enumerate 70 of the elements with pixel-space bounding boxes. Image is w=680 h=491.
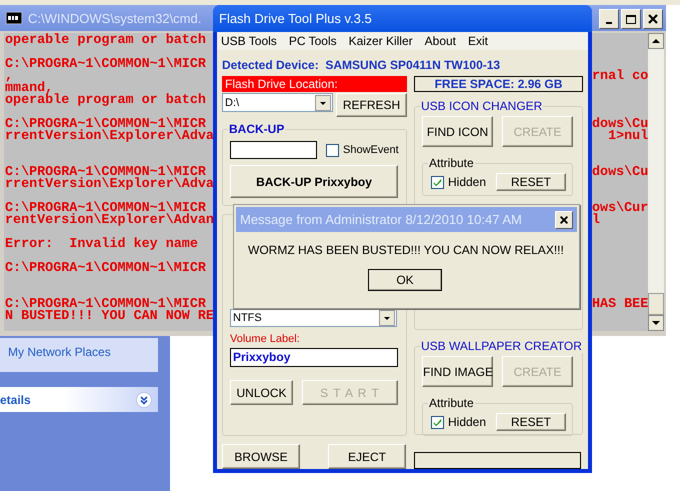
dialog-message: WORMZ HAS BEEN BUSTED!!! YOU CAN NOW RELAX!!!: [248, 243, 565, 257]
window-title: Flash Drive Tool Plus v.3.5: [219, 11, 372, 26]
console-text: rrentVersion\Explorer\Adva: [5, 129, 214, 144]
find-button[interactable]: FIND IMAGE: [422, 356, 493, 387]
reset-button[interactable]: RESET: [496, 173, 566, 191]
checkbox-label: Hidden: [448, 175, 486, 189]
refresh-button[interactable]: REFRESH: [336, 93, 407, 117]
group-title: BACK-UP: [228, 122, 286, 136]
close-button[interactable]: [555, 210, 573, 228]
scroll-thumb[interactable]: [648, 293, 664, 315]
menu-item[interactable]: Exit: [468, 34, 488, 48]
section-title: etails: [0, 392, 31, 406]
console-text: operable program or batch: [5, 93, 206, 108]
volume-label: Volume Label:: [230, 332, 301, 346]
console-text: dows\Cu: [592, 167, 648, 179]
drive-dropdown[interactable]: D:\: [222, 93, 333, 112]
checkbox-label: Hidden: [448, 415, 486, 429]
scroll-down-icon[interactable]: [648, 315, 664, 331]
menu-item[interactable]: PC Tools: [288, 34, 337, 48]
maximize-button[interactable]: [621, 9, 641, 29]
find-button[interactable]: FIND ICON: [422, 116, 493, 147]
my-network-places-link[interactable]: My Network Places: [0, 338, 158, 372]
minimize-icon: [606, 22, 612, 24]
group-title: USB ICON CHANGER: [420, 99, 544, 113]
browse-button[interactable]: BROWSE: [222, 444, 300, 469]
console-text: rnal co: [592, 71, 648, 83]
console-icon: [6, 12, 22, 24]
group-title: USB WALLPAPER CREATOR: [420, 339, 583, 353]
volume-label-field[interactable]: Prixxyboy: [230, 348, 398, 367]
free-space-label: FREE SPACE: 2.96 GB: [414, 76, 583, 92]
scroll-up-icon[interactable]: [648, 33, 664, 49]
scrollbar[interactable]: [648, 33, 664, 331]
chevron-icon[interactable]: [136, 392, 152, 408]
console-text: N BUSTED!!! YOU CAN NOW RE: [5, 309, 214, 324]
close-button[interactable]: [643, 9, 663, 29]
checkbox[interactable]: [326, 144, 339, 156]
menu-item[interactable]: USB Tools: [221, 34, 277, 48]
group-title: Attribute: [428, 396, 475, 410]
console-text: l: [592, 215, 600, 227]
dialog-title: Message from Administrator 8/12/2010 10:47 AM: [240, 212, 522, 227]
minimize-button[interactable]: [599, 9, 619, 29]
details-header[interactable]: etails: [0, 387, 158, 412]
console-text: C:\PROGRA~1\COMMON~1\MICR: [5, 57, 206, 72]
device-label: Detected Device: SAMSUNG SP0411N TW100-13: [222, 58, 502, 72]
filesystem-dropdown[interactable]: NTFS: [230, 309, 397, 327]
eject-button[interactable]: EJECT: [328, 444, 406, 469]
checkbox[interactable]: [431, 416, 444, 428]
console-text: Error: Invalid key name: [5, 237, 198, 252]
menu-item[interactable]: Kaizer Killer: [348, 34, 413, 48]
checkbox[interactable]: [431, 176, 444, 188]
console-text: 1>nul: [607, 131, 648, 143]
console-text: operable program or batch: [5, 33, 206, 48]
window-title: C:\WINDOWS\system32\cmd.: [28, 10, 202, 26]
checkbox-label: ShowEvent: [343, 144, 399, 156]
menu-item[interactable]: About: [424, 34, 456, 48]
console-text: C:\PROGRA~1\COMMON~1\MICR: [5, 261, 206, 276]
console-text: ,: [5, 69, 14, 84]
console-text: rrentVersion\Explorer\Adva: [5, 177, 214, 192]
ok-button[interactable]: OK: [368, 269, 442, 291]
location-label: Flash Drive Location:: [222, 76, 407, 92]
backup-name-field[interactable]: [230, 141, 317, 159]
console-text: rentVersion\Explorer\Advan: [5, 213, 214, 228]
group-title: Attribute: [428, 156, 475, 170]
unlock-button[interactable]: UNLOCK: [230, 380, 293, 405]
reset-button[interactable]: RESET: [496, 413, 566, 431]
backup-button[interactable]: BACK-UP Prixxyboy: [230, 165, 398, 198]
close-icon: [648, 14, 658, 24]
console-text: HAS BEE: [592, 299, 648, 311]
close-icon: [559, 214, 569, 224]
maximize-icon: [626, 14, 636, 24]
